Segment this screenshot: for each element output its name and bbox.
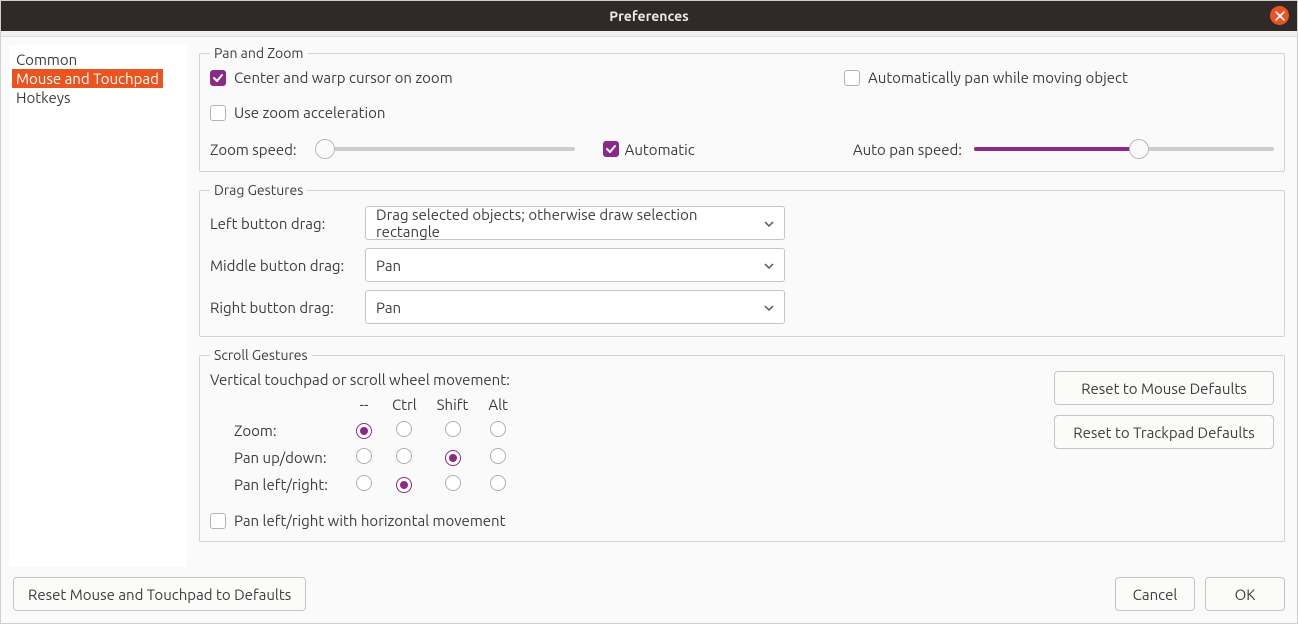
scroll-left: Vertical touchpad or scroll wheel moveme… <box>210 371 1034 529</box>
close-icon[interactable] <box>1270 6 1289 25</box>
drag-middle-select[interactable]: Pan <box>365 248 785 282</box>
auto-pan-speed-label: Auto pan speed: <box>853 141 962 158</box>
check-auto-pan-moving[interactable] <box>844 70 860 86</box>
drag-right-select[interactable]: Pan <box>365 290 785 324</box>
col-none: -- <box>346 392 382 417</box>
row-pan-ud: Pan up/down: <box>224 444 518 471</box>
legend-scroll-gestures: Scroll Gestures <box>210 347 312 363</box>
check-center-warp[interactable] <box>210 70 226 86</box>
zoom-speed-auto-row: Automatic <box>603 141 695 158</box>
check-auto-pan-moving-label: Automatically pan while moving object <box>868 69 1128 86</box>
legend-drag-gestures: Drag Gestures <box>210 182 307 198</box>
auto-pan-speed-slider[interactable] <box>974 139 1274 159</box>
check-center-warp-label: Center and warp cursor on zoom <box>234 69 453 86</box>
ok-button[interactable]: OK <box>1205 577 1285 611</box>
zoom-speed-area: Zoom speed: Automatic <box>210 139 695 159</box>
check-zoom-accel-row: Use zoom acceleration <box>210 104 844 121</box>
radio-panlr-alt[interactable] <box>490 475 506 491</box>
drag-left-label: Left button drag: <box>210 215 355 232</box>
chevron-down-icon <box>764 257 774 274</box>
sidebar-item-hotkeys[interactable]: Hotkeys <box>12 88 74 107</box>
row-pan-lr-label: Pan left/right: <box>224 471 346 498</box>
radio-zoom-none[interactable] <box>356 423 372 439</box>
reset-trackpad-defaults-button[interactable]: Reset to Trackpad Defaults <box>1054 415 1274 449</box>
cancel-button[interactable]: Cancel <box>1115 577 1195 611</box>
col-ctrl: Ctrl <box>382 392 427 417</box>
chevron-down-icon <box>764 299 774 316</box>
zoom-speed-auto-label: Automatic <box>625 141 695 158</box>
row-zoom-label: Zoom: <box>224 417 346 444</box>
check-zoom-speed-auto[interactable] <box>603 141 619 157</box>
reset-all-button[interactable]: Reset Mouse and Touchpad to Defaults <box>13 577 306 611</box>
drag-right-row: Right button drag: Pan <box>210 290 1274 324</box>
radio-panud-none[interactable] <box>356 448 372 464</box>
reset-mouse-defaults-button[interactable]: Reset to Mouse Defaults <box>1054 371 1274 405</box>
legend-pan-zoom: Pan and Zoom <box>210 45 308 61</box>
scroll-heading: Vertical touchpad or scroll wheel moveme… <box>210 371 1034 388</box>
bottombar: Reset Mouse and Touchpad to Defaults Can… <box>1 567 1297 623</box>
radio-panlr-shift[interactable] <box>445 475 461 491</box>
zoom-speed-label: Zoom speed: <box>210 141 297 158</box>
group-drag-gestures: Drag Gestures Left button drag: Drag sel… <box>199 182 1285 337</box>
check-auto-pan-moving-row: Automatically pan while moving object <box>844 69 1274 86</box>
main-area: Common Mouse and Touchpad Hotkeys Pan an… <box>1 37 1297 567</box>
titlebar: Preferences <box>1 1 1297 31</box>
group-scroll-gestures: Scroll Gestures Vertical touchpad or scr… <box>199 347 1285 542</box>
pan-zoom-top: Center and warp cursor on zoom Use zoom … <box>210 69 1274 121</box>
radio-panlr-ctrl[interactable] <box>396 477 412 493</box>
scroll-inner: Vertical touchpad or scroll wheel moveme… <box>210 371 1274 529</box>
radio-zoom-shift[interactable] <box>445 421 461 437</box>
scroll-radio-grid: -- Ctrl Shift Alt Zoom: <box>224 392 518 498</box>
drag-right-label: Right button drag: <box>210 299 355 316</box>
drag-middle-value: Pan <box>376 257 401 274</box>
chevron-down-icon <box>764 215 774 232</box>
sidebar-item-common[interactable]: Common <box>12 50 81 69</box>
radio-panud-ctrl[interactable] <box>396 448 412 464</box>
drag-middle-label: Middle button drag: <box>210 257 355 274</box>
zoom-speed-slider[interactable] <box>315 139 575 159</box>
row-pan-lr: Pan left/right: <box>224 471 518 498</box>
row-pan-ud-label: Pan up/down: <box>224 444 346 471</box>
scroll-right: Reset to Mouse Defaults Reset to Trackpa… <box>1054 371 1274 529</box>
radio-zoom-ctrl[interactable] <box>396 421 412 437</box>
check-zoom-accel[interactable] <box>210 105 226 121</box>
radio-panlr-none[interactable] <box>356 475 372 491</box>
check-hmov-row: Pan left/right with horizontal movement <box>210 512 1034 529</box>
col-alt: Alt <box>478 392 518 417</box>
drag-left-row: Left button drag: Drag selected objects;… <box>210 206 1274 240</box>
sidebar: Common Mouse and Touchpad Hotkeys <box>9 45 187 567</box>
check-hmov[interactable] <box>210 513 226 529</box>
sidebar-item-mouse-touchpad[interactable]: Mouse and Touchpad <box>12 69 163 88</box>
drag-left-value: Drag selected objects; otherwise draw se… <box>376 206 764 240</box>
pan-zoom-sliders: Zoom speed: Automatic <box>210 139 1274 159</box>
auto-pan-speed-area: Auto pan speed: <box>853 139 1274 159</box>
drag-left-select[interactable]: Drag selected objects; otherwise draw se… <box>365 206 785 240</box>
radio-zoom-alt[interactable] <box>490 421 506 437</box>
check-zoom-accel-label: Use zoom acceleration <box>234 104 385 121</box>
drag-right-value: Pan <box>376 299 401 316</box>
radio-panud-alt[interactable] <box>490 448 506 464</box>
window-body: Common Mouse and Touchpad Hotkeys Pan an… <box>1 37 1297 623</box>
radio-panud-shift[interactable] <box>445 450 461 466</box>
check-center-warp-row: Center and warp cursor on zoom <box>210 69 844 86</box>
col-shift: Shift <box>427 392 479 417</box>
preferences-window: Preferences Common Mouse and Touchpad Ho… <box>0 0 1298 624</box>
content: Pan and Zoom Center and warp cursor on z… <box>199 45 1289 567</box>
drag-middle-row: Middle button drag: Pan <box>210 248 1274 282</box>
window-title: Preferences <box>609 8 689 24</box>
check-hmov-label: Pan left/right with horizontal movement <box>234 512 506 529</box>
row-zoom: Zoom: <box>224 417 518 444</box>
group-pan-zoom: Pan and Zoom Center and warp cursor on z… <box>199 45 1285 172</box>
